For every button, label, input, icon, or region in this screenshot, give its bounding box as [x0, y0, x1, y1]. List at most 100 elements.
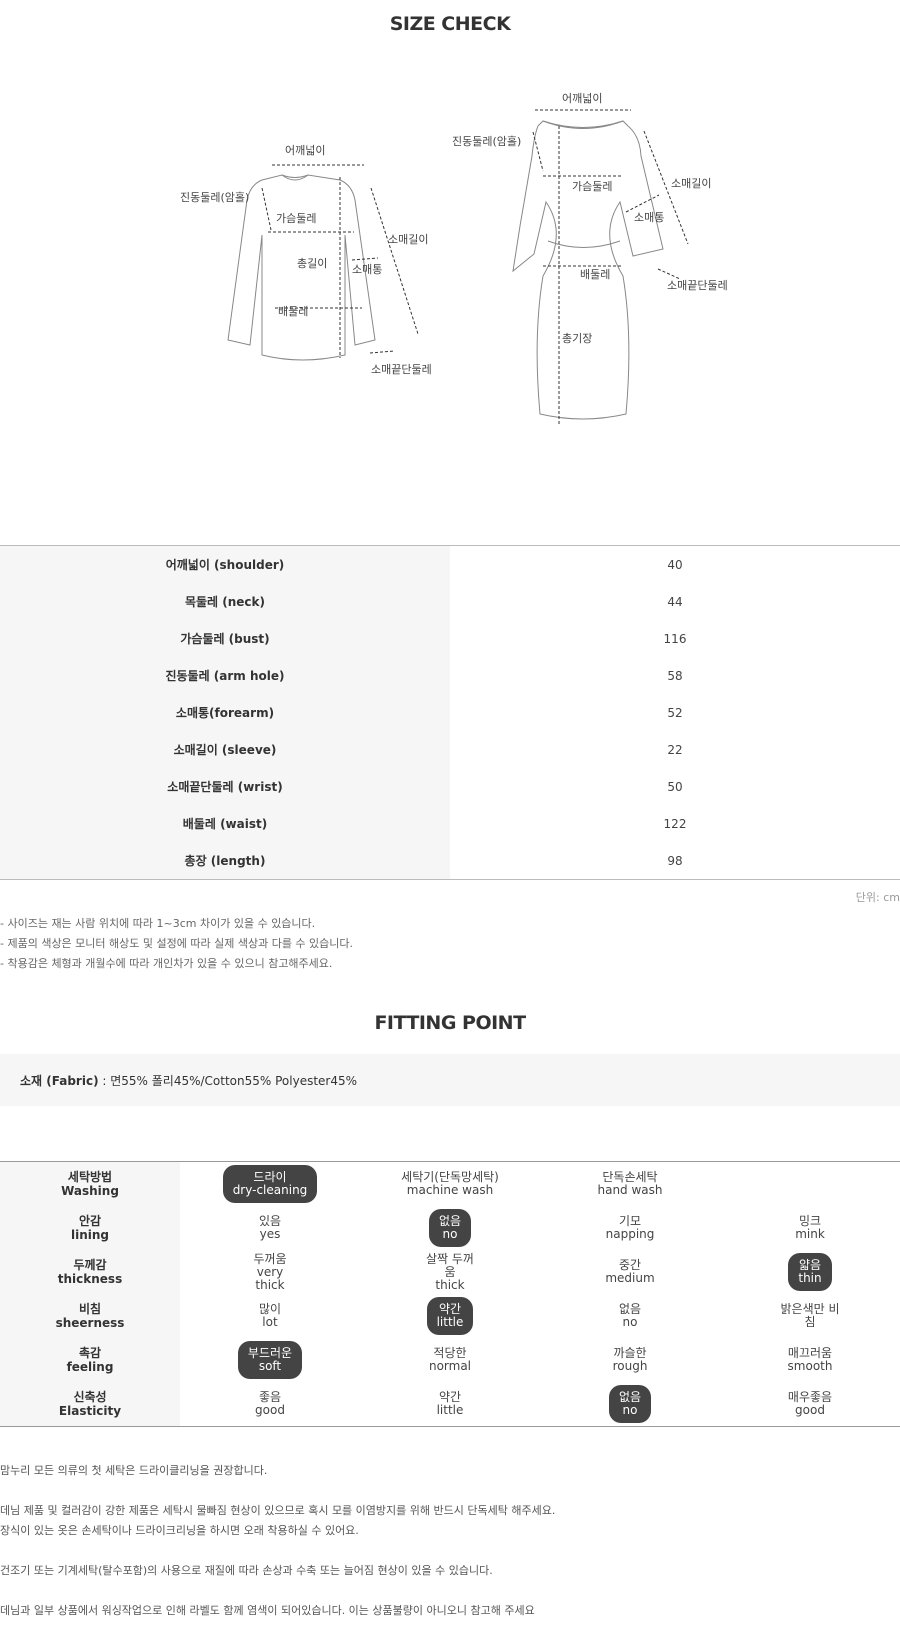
- table-row: 소매길이 (sleeve) 22: [0, 731, 900, 768]
- fitting-option-cell: 매끄러움 smooth: [720, 1338, 900, 1382]
- table-row: 목둘레 (neck) 44: [0, 583, 900, 620]
- top-diagram-sleeve-label: 소매길이: [388, 233, 428, 246]
- top-diagram-bust-label: 가슴둘레: [276, 212, 316, 225]
- fitting-option-en: little: [436, 1403, 464, 1417]
- fitting-option-ko: 밝은색만 비 침: [780, 1302, 840, 1329]
- measure-label: 가슴둘레 (bust): [0, 620, 450, 657]
- fitting-row: 세탁방법 Washing 드라이 dry-cleaning 세탁기(단독망세탁) mach…: [0, 1161, 900, 1207]
- fitting-option-en: normal: [428, 1359, 472, 1373]
- fitting-option-cell: 단독손세탁 hand wash: [540, 1162, 720, 1207]
- fitting-option-selected: 없음 no: [428, 1209, 472, 1247]
- fitting-table: 세탁방법 Washing 드라이 dry-cleaning 세탁기(단독망세탁) mach…: [0, 1161, 900, 1427]
- measurement-table: 어깨넓이 (shoulder) 40 목둘레 (neck) 44 가슴둘레 (bus…: [0, 545, 900, 880]
- fitting-option-selected: 약간 little: [426, 1297, 474, 1335]
- dress-size-diagram-svg: 어깨넓이 진동둘레(암홀) 가슴둘레 소매길이 소매통 배둘레 소매끝단둘레 총…: [452, 92, 728, 424]
- fitting-row-label-ko: 안감: [78, 1214, 102, 1228]
- fitting-option-en: good: [795, 1403, 825, 1417]
- fitting-option-cell: 까슬한 rough: [540, 1338, 720, 1382]
- size-note: - 착용감은 체형과 개월수에 따라 개인차가 있을 수 있으니 참고해주세요.: [0, 957, 333, 970]
- fitting-option-selected: 드라이 dry-cleaning: [222, 1165, 318, 1203]
- dress-size-diagram: 어깨넓이 진동둘레(암홀) 가슴둘레 소매길이 소매통 배둘레 소매끝단둘레 총…: [448, 86, 738, 431]
- top-diagram-forearm-label: 소매통: [352, 263, 382, 276]
- dress-diagram-wrist-label: 소매끝단둘레: [667, 279, 728, 292]
- top-diagram-length-label: 총길이: [297, 257, 327, 270]
- fitting-option: 살짝 두꺼 움 thick: [420, 1251, 480, 1294]
- fitting-option-cell: 있음 yes: [180, 1206, 360, 1250]
- table-row: 소매끝단둘레 (wrist) 50: [0, 768, 900, 805]
- fitting-row-label-ko: 비침: [78, 1302, 102, 1316]
- fitting-option-en: rough: [612, 1359, 648, 1373]
- fitting-option-en: machine wash: [406, 1183, 494, 1197]
- fitting-option-selected: 얇음 thin: [788, 1253, 832, 1291]
- measure-value: 52: [450, 694, 900, 731]
- fitting-row-label-ko: 촉감: [78, 1346, 102, 1360]
- fitting-option-cell: 적당한 normal: [360, 1338, 540, 1382]
- measure-label: 진동둘레 (arm hole): [0, 657, 450, 694]
- fitting-option: 적당한 normal: [423, 1345, 477, 1375]
- fitting-row-header: 촉감 feeling: [0, 1338, 180, 1382]
- fitting-row-label-en: lining: [70, 1228, 109, 1242]
- fabric-box: 소재 (Fabric) : 면55% 폴리45%/Cotton55% Polye…: [0, 1054, 900, 1106]
- fitting-option: [804, 1184, 816, 1188]
- measure-label: 목둘레 (neck): [0, 583, 450, 620]
- fitting-option-en: no: [442, 1227, 458, 1241]
- fitting-option: 없음 no: [613, 1301, 647, 1331]
- fitting-option-ko: 살짝 두꺼 움: [426, 1251, 474, 1279]
- fitting-option-en: medium: [605, 1271, 655, 1285]
- fitting-row-label-en: thickness: [57, 1272, 123, 1286]
- fitting-option-cell: 드라이 dry-cleaning: [180, 1162, 360, 1207]
- fitting-row-label-ko: 신축성: [73, 1390, 107, 1404]
- unit-label: 단위: cm: [855, 891, 900, 904]
- measure-value: 98: [450, 842, 900, 880]
- fitting-option-cell: 살짝 두꺼 움 thick: [360, 1250, 540, 1294]
- fitting-point-title: FITTING POINT: [374, 1012, 526, 1034]
- measure-label: 소매길이 (sleeve): [0, 731, 450, 768]
- fitting-row-label-en: Elasticity: [58, 1404, 122, 1418]
- fitting-row: 비침 sheerness 많이 lot 약간 little 없음 no 밝은색만 비 침: [0, 1294, 900, 1338]
- fitting-option-en: dry-cleaning: [232, 1183, 308, 1197]
- dress-diagram-waist-label: 배둘레: [580, 268, 610, 281]
- measure-value: 58: [450, 657, 900, 694]
- table-row: 배둘레 (waist) 122: [0, 805, 900, 842]
- fitting-option: 기모 napping: [600, 1213, 661, 1243]
- care-note: 장식이 있는 옷은 손세탁이나 드라이크리닝을 하시면 오래 착용하실 수 있어…: [0, 1524, 359, 1537]
- fitting-option: 매끄러움 smooth: [782, 1345, 839, 1375]
- care-note: 데님과 일부 상품에서 워싱작업으로 인해 라벨도 함께 염색이 되어있습니다.…: [0, 1604, 535, 1617]
- dress-diagram-armhole-label: 진동둘레(암홀): [452, 135, 521, 148]
- fitting-option-cell: 밍크 mink: [720, 1206, 900, 1250]
- dress-diagram-forearm-label: 소매통: [634, 211, 664, 224]
- top-size-diagram: 어깨넓이 진동둘레(암홀) 가슴둘레 총길이 소매통 소매길이 배둘레 소매끝단…: [180, 140, 450, 390]
- fitting-row-header: 두께감 thickness: [0, 1250, 180, 1294]
- table-row: 진동둘레 (arm hole) 58: [0, 657, 900, 694]
- fitting-option: 세탁기(단독망세탁) machine wash: [395, 1169, 505, 1199]
- dress-diagram-length-label: 총기장: [562, 332, 592, 345]
- measure-label: 소매끝단둘레 (wrist): [0, 768, 450, 805]
- fitting-row-header: 세탁방법 Washing: [0, 1161, 180, 1206]
- fitting-option: 중간 medium: [599, 1257, 660, 1287]
- measure-value: 116: [450, 620, 900, 657]
- fitting-option-cell: [720, 1162, 900, 1207]
- fitting-option-en: thin: [798, 1271, 822, 1285]
- measure-value: 50: [450, 768, 900, 805]
- top-diagram-shoulder-label: 어깨넓이: [285, 144, 325, 157]
- top-diagram-waist-label: 배둘레: [278, 305, 308, 318]
- size-note: - 제품의 색상은 모니터 해상도 및 설정에 따라 실제 색상과 다를 수 있…: [0, 937, 354, 950]
- size-notes: - 사이즈는 재는 사람 위치에 따라 1~3cm 차이가 있을 수 있습니다.…: [0, 914, 353, 974]
- measure-label: 어깨넓이 (shoulder): [0, 545, 450, 583]
- fitting-option-en: thick: [435, 1277, 465, 1292]
- fitting-option-cell: 밝은색만 비 침: [720, 1294, 900, 1338]
- fitting-option-en: mink: [795, 1227, 825, 1241]
- care-note: 맘누리 모든 의류의 첫 세탁은 드라이클리닝을 권장합니다.: [0, 1464, 268, 1477]
- fitting-option: 매우좋음 good: [782, 1389, 838, 1419]
- dress-diagram-bust-label: 가슴둘레: [572, 180, 612, 193]
- fitting-option: 많이 lot: [253, 1301, 287, 1331]
- fitting-option-cell: 부드러운 soft: [180, 1338, 360, 1382]
- table-row: 가슴둘레 (bust) 116: [0, 620, 900, 657]
- fitting-option-en: napping: [605, 1227, 655, 1241]
- fitting-option: 있음 yes: [253, 1213, 287, 1243]
- care-note: 건조기 또는 기계세탁(탈수포함)의 사용으로 재질에 따라 손상과 수축 또는…: [0, 1564, 493, 1577]
- dress-diagram-shoulder-label: 어깨넓이: [562, 92, 602, 105]
- fitting-option-en: hand wash: [597, 1183, 663, 1197]
- measure-label: 소매통(forearm): [0, 694, 450, 731]
- fitting-option: 밍크 mink: [789, 1213, 831, 1243]
